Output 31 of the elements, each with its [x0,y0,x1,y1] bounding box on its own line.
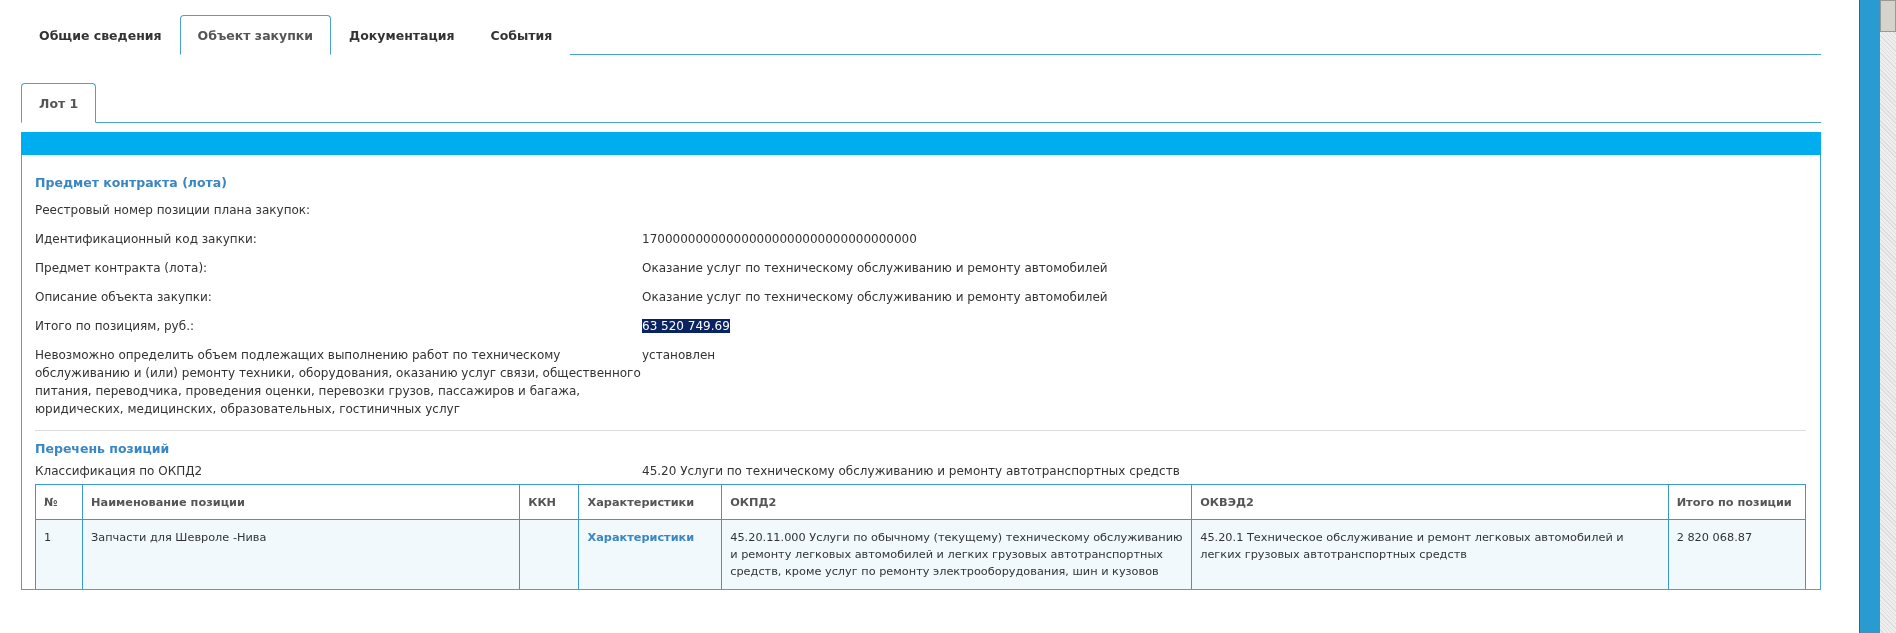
field-label: Классификация по ОКПД2 [35,463,204,480]
field-value: Оказание услуг по техническому обслуживанию и ремонту автомобилей [642,261,1108,275]
field-label: Идентификационный код закупки: [35,231,258,248]
characteristics-link[interactable]: Характеристики [587,531,695,544]
table-cell: 1 [35,519,83,589]
column-header: Наименование позиции [82,484,520,520]
field-value: установлен [642,348,716,362]
table-cell: Запчасти для Шевроле -Нива [82,519,520,589]
field-value: 45.20 Услуги по техническому обслуживанию и ремонту автотранспортных средств [642,463,1181,480]
field-value: 63 520 749.69 [642,319,730,333]
field-value: Оказание услуг по техническому обслуживанию и ремонту автомобилей [642,290,1108,304]
section-title: Перечень позиций [35,441,171,456]
section-title: Предмет контракта (лота) [35,175,228,190]
column-header: ККН [519,484,579,520]
field-label: Предмет контракта (лота): [35,260,209,277]
field-label: Реестровый номер позиции плана закупок: [35,202,312,219]
column-header: № [35,484,83,520]
table-cell: 45.20.11.000 Услуги по обычному (текущему) техническому обслуживанию и ремонту легковых автомобилей и легких грузовых автотранспортных средств, кроме услуг по ремонту электрооборудования, шин и кузовов [721,519,1192,589]
table-cell: 45.20.1 Техническое обслуживание и ремонт легковых автомобилей и легких грузовых автотранспортных средств [1191,519,1669,589]
tab[interactable]: Объект закупки [179,15,332,55]
column-header: Итого по позиции [1668,484,1806,520]
field-label: Невозможно определить объем подлежащих выполнению работ по техническому обслуживанию и (или) ремонту техники, оборудования, оказанию услуг связи, общественного питания, переводчика, проведения оценки, перевозки грузов, пассажиров и багажа, юридических, медицинских, образовательных, гостиничных услуг [35,347,642,418]
field-value: 170000000000000000000000000000000000 [642,232,917,246]
field-label: Описание объекта закупки: [35,289,213,306]
scrollbar[interactable] [1880,0,1896,633]
lot-tab[interactable]: Лот 1 [21,83,97,123]
column-header: ОКВЭД2 [1191,484,1669,520]
table-cell: 2 820 068.87 [1668,519,1806,589]
column-header: Характеристики [578,484,722,520]
field-label: Итого по позициям, руб.: [35,318,195,335]
column-header: ОКПД2 [721,484,1192,520]
